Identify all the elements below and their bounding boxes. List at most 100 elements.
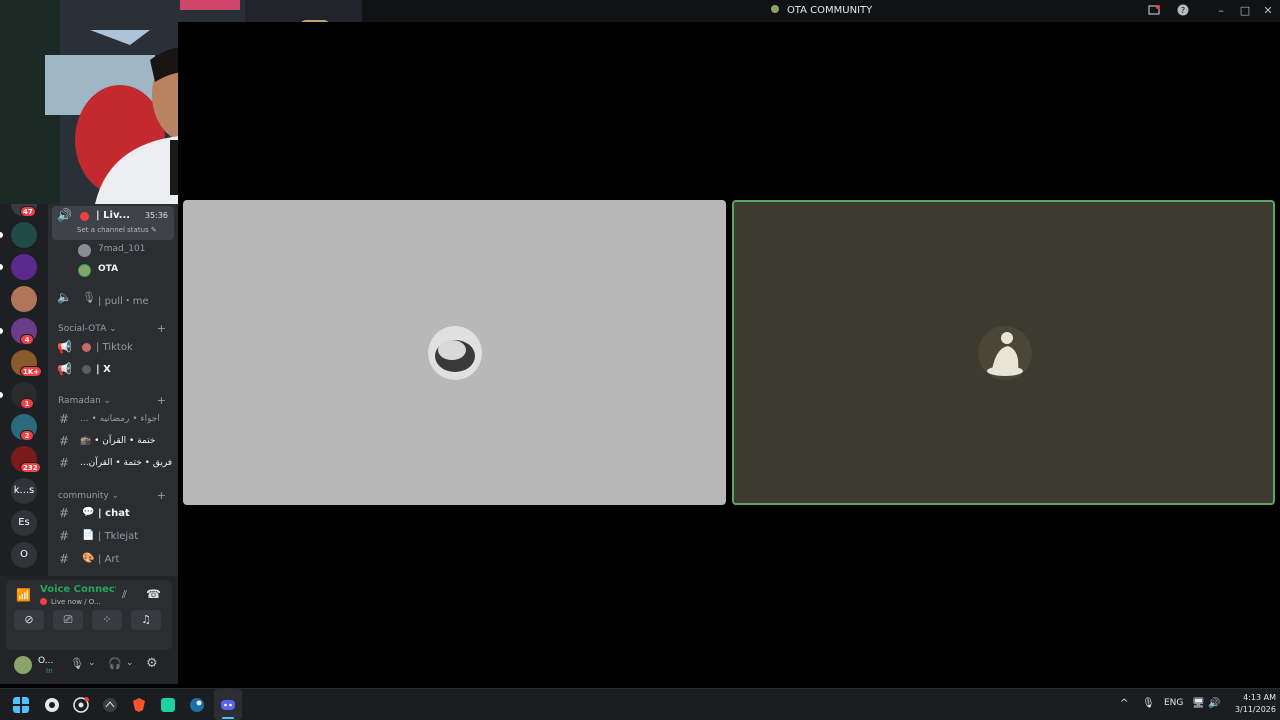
volume-icon[interactable]: 🔊 bbox=[1208, 698, 1220, 709]
clock-date[interactable]: 3/11/2026 bbox=[1222, 705, 1276, 714]
channel-chat[interactable]: # 💬 | chat bbox=[52, 504, 174, 524]
voice-channel-pull-me[interactable]: 🔈 🎙 | pull・me bbox=[52, 288, 174, 308]
unread-pill bbox=[0, 232, 3, 238]
member-avatar bbox=[78, 264, 91, 277]
server-icon[interactable] bbox=[11, 254, 37, 280]
noise-suppression-icon[interactable]: ⫽ bbox=[122, 588, 127, 602]
speaker-icon: 🔈 bbox=[57, 290, 72, 304]
server-icon[interactable]: k...s bbox=[11, 478, 37, 504]
channel-label: | chat bbox=[98, 508, 130, 519]
tray-chevron-icon[interactable]: ^ bbox=[1120, 698, 1128, 709]
title-bar: OTA COMMUNITY ? – □ ✕ bbox=[362, 0, 1280, 22]
category-community[interactable]: community ⌄ bbox=[58, 491, 119, 501]
tray-mic-icon[interactable]: 🎙 bbox=[1142, 698, 1155, 709]
windows-taskbar: ^ 🎙 ENG 🖥 🔊 4:13 AM 3/11/2026 bbox=[0, 688, 1280, 720]
disconnect-icon[interactable]: ☎ bbox=[146, 587, 161, 601]
channel-tklejat[interactable]: # 📄 | Tklejat bbox=[52, 527, 174, 547]
mention-badge: 2 bbox=[20, 430, 34, 441]
channel-status-prompt[interactable]: Set a channel status ✎ bbox=[77, 226, 157, 234]
window-title: OTA COMMUNITY bbox=[362, 4, 1280, 16]
voice-status[interactable]: Voice Connected bbox=[40, 584, 116, 595]
participant-tile-speaking[interactable] bbox=[732, 200, 1275, 505]
maximize-icon[interactable]: □ bbox=[1238, 4, 1252, 18]
member-avatar bbox=[78, 244, 91, 257]
server-icon[interactable] bbox=[11, 286, 37, 312]
chevron-down-icon[interactable]: ⌄ bbox=[126, 658, 134, 668]
server-icon[interactable]: O bbox=[11, 542, 37, 568]
language-indicator[interactable]: ENG bbox=[1164, 698, 1183, 708]
hash-icon: # bbox=[58, 434, 70, 448]
close-icon[interactable]: ✕ bbox=[1261, 4, 1275, 18]
participant-avatar bbox=[428, 326, 482, 380]
inbox-icon[interactable] bbox=[1147, 4, 1161, 18]
network-icon[interactable]: 🖥 bbox=[1192, 698, 1205, 709]
voice-member[interactable]: 7mad_101 bbox=[52, 240, 174, 260]
clock-time[interactable]: 4:13 AM bbox=[1222, 693, 1276, 702]
announcement-icon: 📢 bbox=[57, 362, 72, 376]
add-channel-icon[interactable]: + bbox=[157, 322, 166, 335]
server-icon-label: O bbox=[20, 549, 28, 560]
minimize-icon[interactable]: – bbox=[1214, 4, 1228, 18]
app-green-icon[interactable] bbox=[160, 697, 176, 713]
participant-avatar bbox=[978, 326, 1032, 380]
soundboard-button[interactable]: ♫ bbox=[131, 610, 161, 630]
chrome-icon[interactable] bbox=[73, 697, 89, 713]
camera-off-button[interactable]: ⊘ bbox=[14, 610, 44, 630]
hash-icon: # bbox=[58, 506, 70, 520]
voice-member[interactable]: OTA bbox=[52, 260, 174, 280]
mention-badge: 232 bbox=[20, 462, 41, 473]
announcement-icon: 📢 bbox=[57, 340, 72, 354]
app-icon[interactable] bbox=[102, 697, 118, 713]
brave-icon[interactable] bbox=[131, 697, 147, 713]
chevron-down-icon[interactable]: ⌄ bbox=[88, 658, 96, 668]
discord-icon[interactable] bbox=[220, 697, 236, 713]
channel-ramadan-3[interactable]: # ...فريق • ختمة • القرآن bbox=[52, 454, 174, 474]
channel-label: | X bbox=[96, 364, 111, 375]
member-name: 7mad_101 bbox=[98, 244, 146, 254]
document-icon: 📄 bbox=[82, 530, 95, 541]
voice-channel-live[interactable]: 🔊 | Liv... 35:36 Set a channel status ✎ bbox=[52, 206, 174, 240]
settings-gear-icon[interactable]: ⚙ bbox=[146, 656, 158, 671]
hash-icon: # bbox=[58, 456, 70, 470]
mic-icon[interactable]: 🎙 bbox=[70, 657, 84, 670]
server-icon[interactable]: Es bbox=[11, 510, 37, 536]
channel-label: | Tklejat bbox=[98, 531, 139, 542]
channel-label: | pull・me bbox=[98, 296, 149, 307]
activities-button[interactable]: ⁘ bbox=[92, 610, 122, 630]
add-channel-icon[interactable]: + bbox=[157, 489, 166, 502]
participant-tile[interactable] bbox=[183, 200, 726, 505]
channel-tiktok[interactable]: 📢 | Tiktok bbox=[52, 338, 174, 358]
speech-bubble-icon: 💬 bbox=[82, 507, 95, 518]
active-indicator bbox=[222, 717, 234, 719]
user-panel: 📶 Voice Connected Live now / O... ⫽ ☎ ⊘ … bbox=[0, 576, 178, 684]
windows-start-icon[interactable] bbox=[13, 697, 29, 713]
channel-art[interactable]: # 🎨 | Art bbox=[52, 550, 174, 570]
category-social-ota[interactable]: Social-OTA ⌄ bbox=[58, 324, 117, 334]
mention-badge: 1 bbox=[20, 398, 34, 409]
channel-ramadan-2[interactable]: # 🕋 • ختمة • القرآن bbox=[52, 432, 174, 452]
headphones-icon[interactable]: 🎧 bbox=[108, 657, 122, 670]
channel-label: | Art bbox=[98, 554, 120, 565]
screen-share-button[interactable]: ⎚ bbox=[53, 610, 83, 630]
steam-icon[interactable] bbox=[189, 697, 205, 713]
category-ramadan[interactable]: Ramadan ⌄ bbox=[58, 396, 111, 406]
user-substatus: In bbox=[46, 667, 53, 675]
channel-emoji bbox=[82, 343, 91, 352]
hash-icon: # bbox=[58, 552, 70, 566]
obs-icon[interactable] bbox=[44, 697, 60, 713]
voice-timer: 35:36 bbox=[144, 211, 168, 220]
server-logo-icon bbox=[770, 5, 779, 13]
channel-ramadan-1[interactable]: # ... • اجواء • رمضانيه bbox=[52, 410, 174, 430]
user-name[interactable]: O... bbox=[38, 656, 53, 666]
user-avatar[interactable] bbox=[12, 654, 34, 676]
channel-label: ...فريق • ختمة • القرآن bbox=[80, 458, 173, 468]
signal-icon[interactable]: 📶 bbox=[16, 588, 31, 602]
window-title-text: OTA COMMUNITY bbox=[786, 5, 873, 16]
help-icon[interactable]: ? bbox=[1176, 4, 1190, 18]
channel-list: 🔊 | Liv... 35:36 Set a channel status ✎ … bbox=[48, 204, 178, 576]
add-channel-icon[interactable]: + bbox=[157, 394, 166, 407]
server-icon[interactable] bbox=[11, 222, 37, 248]
channel-x[interactable]: 📢 | X bbox=[52, 360, 174, 380]
channel-label: ... • اجواء • رمضانيه bbox=[80, 414, 160, 424]
live-dot bbox=[80, 212, 89, 221]
